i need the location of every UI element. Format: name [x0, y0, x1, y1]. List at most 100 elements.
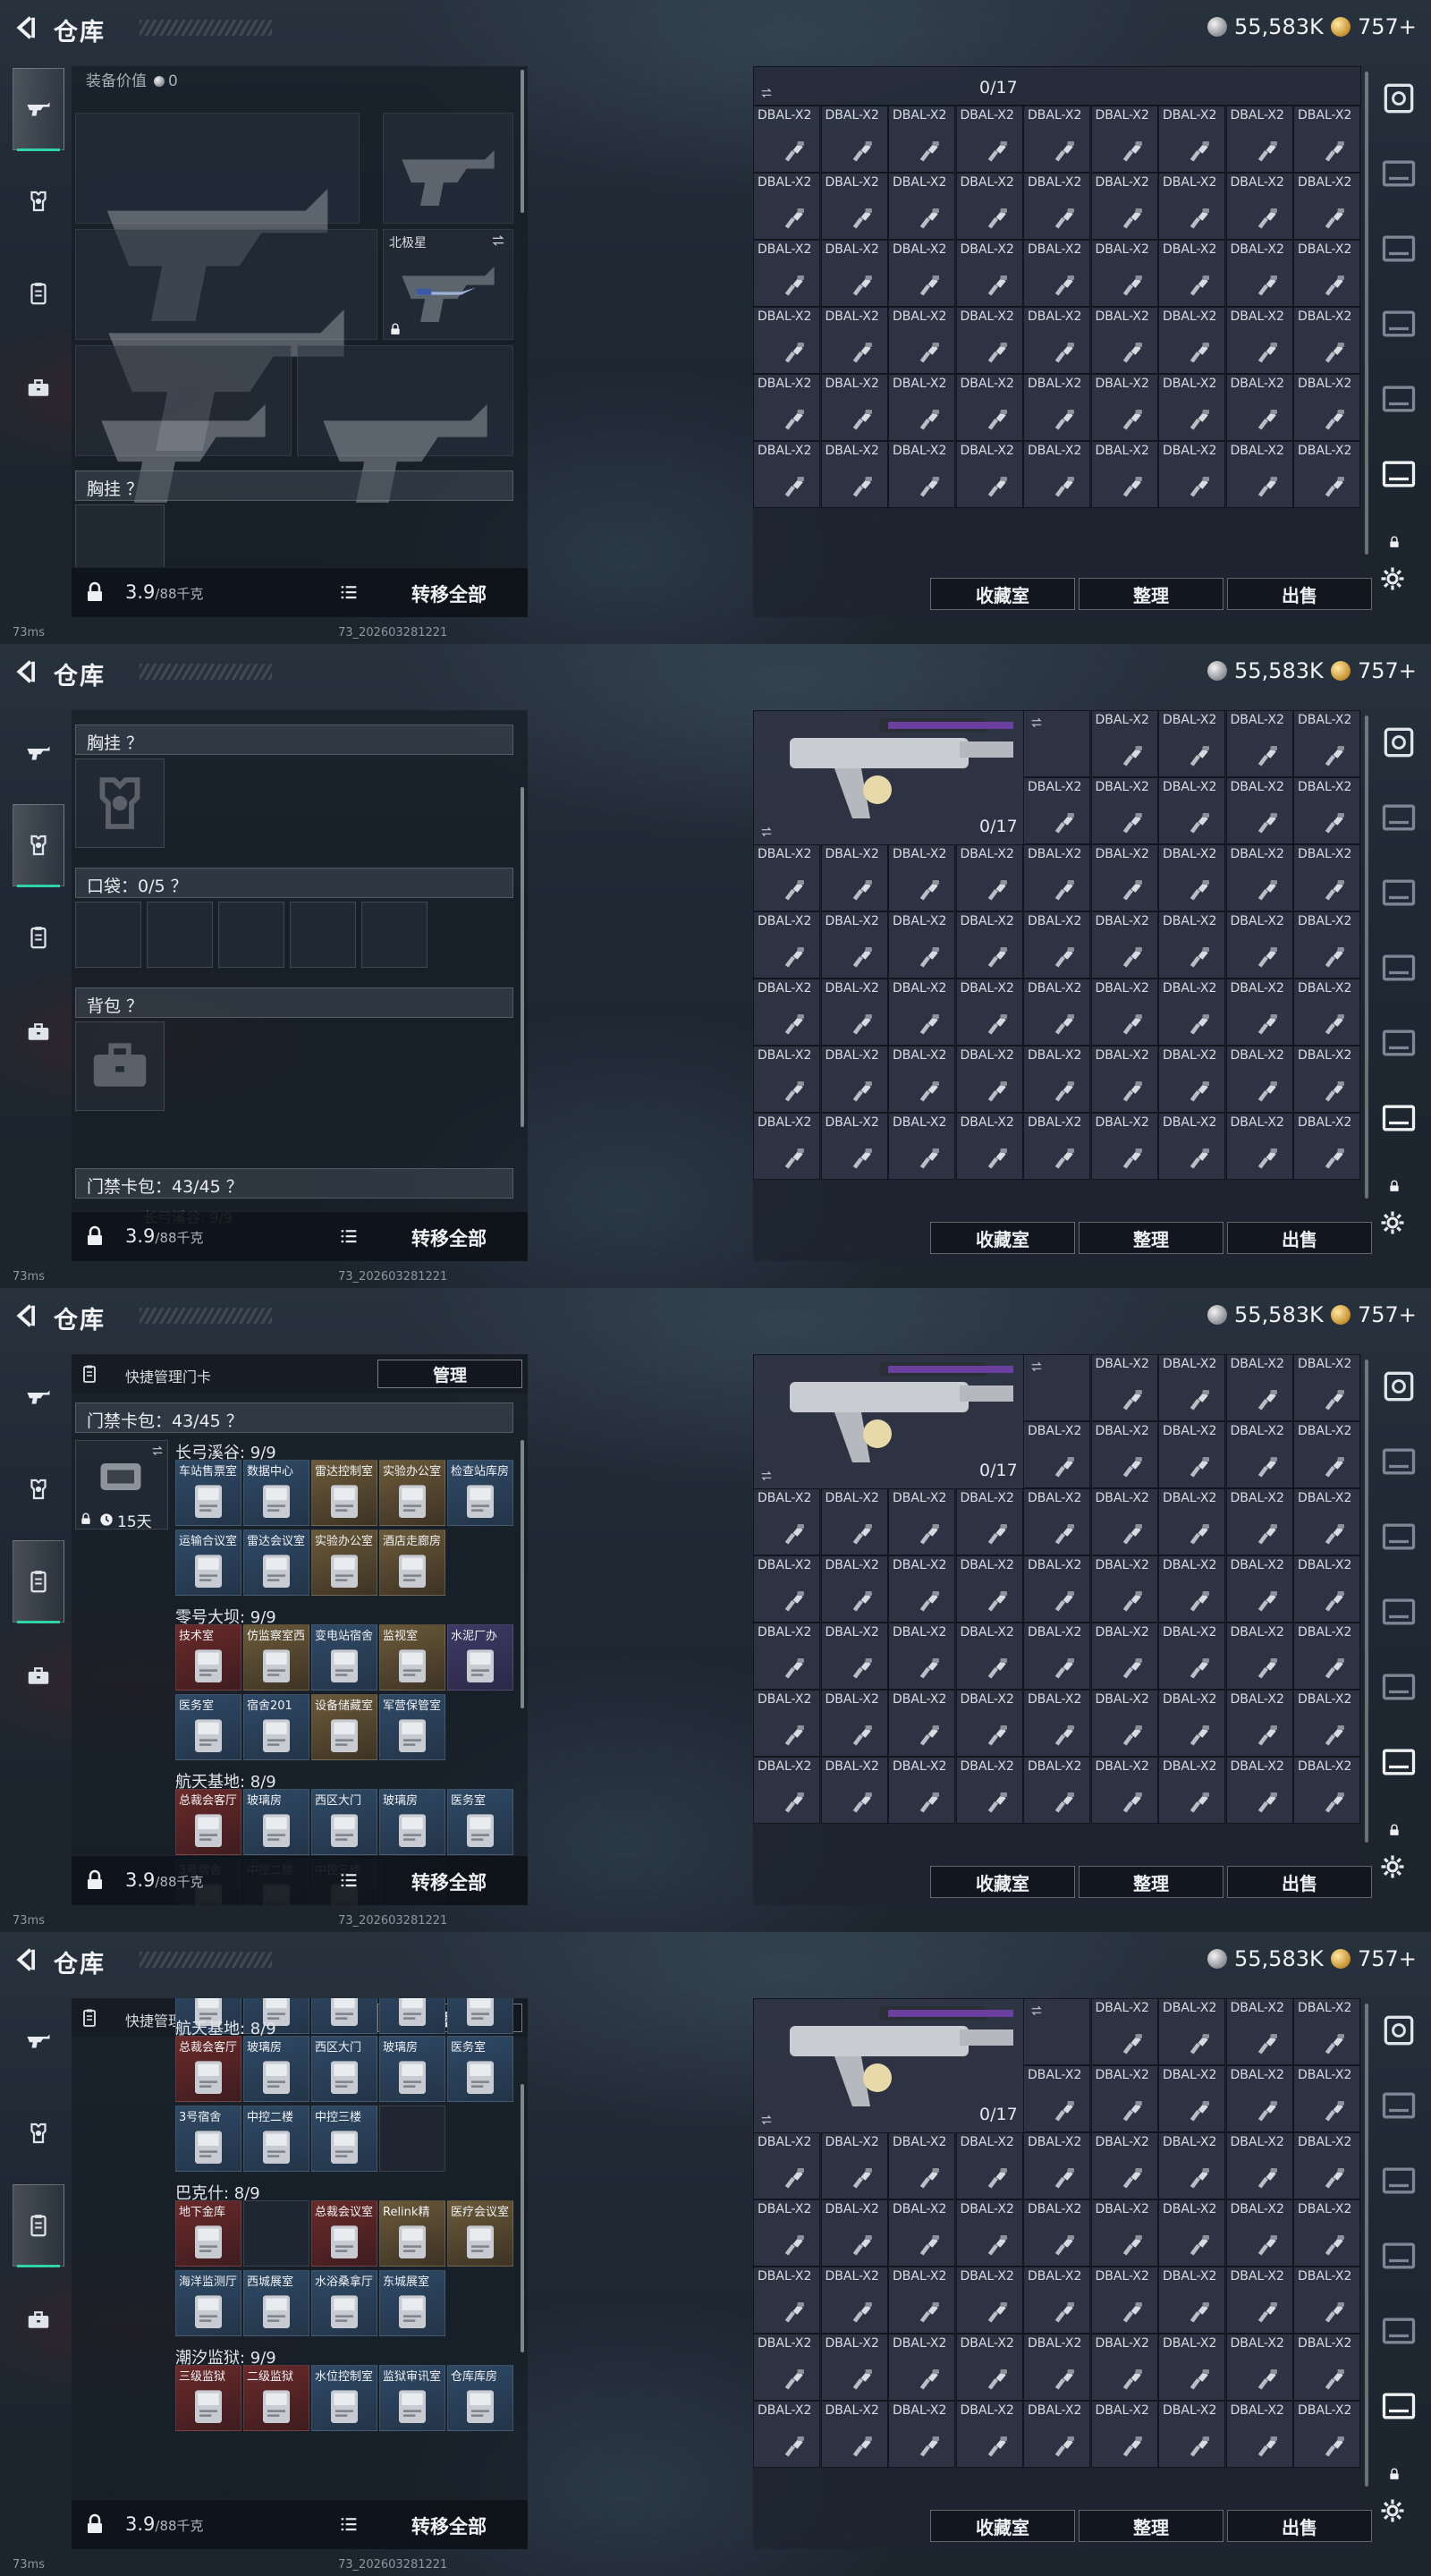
stash-item[interactable]: DBAL-X2: [888, 240, 955, 307]
stash-item[interactable]: DBAL-X2: [1023, 1421, 1090, 1488]
stash-item[interactable]: DBAL-X2: [1158, 1488, 1225, 1555]
stash-item[interactable]: DBAL-X2: [1023, 1488, 1090, 1555]
secondary-weapon-slot[interactable]: [75, 229, 377, 451]
stash-item[interactable]: DBAL-X2: [1293, 240, 1360, 307]
stash-item[interactable]: DBAL-X2: [753, 240, 820, 307]
stash-item[interactable]: DBAL-X2: [1158, 2132, 1225, 2199]
stash-page-5[interactable]: [1379, 379, 1418, 419]
keycard[interactable]: 中控三楼: [311, 2106, 377, 2172]
stash-item[interactable]: DBAL-X2: [955, 2199, 1023, 2267]
stash-item[interactable]: DBAL-X2: [1090, 2065, 1158, 2132]
list-icon[interactable]: [338, 584, 360, 602]
stash-item[interactable]: DBAL-X2: [1158, 777, 1225, 844]
keycard[interactable]: 玻璃房: [243, 1789, 309, 1855]
stash-item[interactable]: DBAL-X2: [955, 844, 1023, 911]
left-scrollbar[interactable]: [521, 787, 524, 1127]
stash-item[interactable]: DBAL-X2: [1225, 1555, 1293, 1623]
stash-page-2[interactable]: [1379, 154, 1418, 193]
stash-page-2[interactable]: [1379, 1442, 1418, 1481]
keycard[interactable]: 医务室: [447, 1789, 513, 1855]
stash-item[interactable]: DBAL-X2: [753, 2199, 820, 2267]
stash-item[interactable]: DBAL-X2: [888, 1488, 955, 1555]
keycard[interactable]: 宿舍201: [243, 1694, 309, 1760]
stash-item[interactable]: DBAL-X2: [753, 307, 820, 374]
stash-item[interactable]: DBAL-X2: [1293, 2401, 1360, 2468]
stash-item[interactable]: DBAL-X2: [888, 2267, 955, 2334]
stash-item[interactable]: DBAL-X2: [955, 1488, 1023, 1555]
stash-item[interactable]: DBAL-X2: [1158, 911, 1225, 979]
keycard[interactable]: [447, 1998, 513, 2034]
backpack-slot[interactable]: [75, 1021, 165, 1111]
keycard[interactable]: 玻璃房: [379, 2036, 445, 2102]
stash-action-2[interactable]: 整理: [1079, 1222, 1224, 1254]
stash-item[interactable]: DBAL-X2: [1293, 1690, 1360, 1757]
stash-item[interactable]: DBAL-X2: [1023, 240, 1090, 307]
keycard[interactable]: 总裁会客厅: [175, 2036, 241, 2102]
stash-item[interactable]: DBAL-X2: [753, 1555, 820, 1623]
stash-item[interactable]: DBAL-X2: [1090, 1555, 1158, 1623]
stash-item[interactable]: DBAL-X2: [1225, 777, 1293, 844]
swap-icon[interactable]: [489, 233, 507, 248]
keycard[interactable]: 车站售票室: [175, 1460, 241, 1526]
stash-item[interactable]: DBAL-X2: [1090, 777, 1158, 844]
keycard[interactable]: 医疗会议室: [447, 2200, 513, 2267]
stash-item[interactable]: DBAL-X2: [820, 979, 888, 1046]
stash-item[interactable]: DBAL-X2: [1225, 979, 1293, 1046]
stash-page-6[interactable]: [1379, 454, 1418, 494]
stash-item[interactable]: DBAL-X2: [820, 1690, 888, 1757]
stash-item[interactable]: DBAL-X2: [1023, 441, 1090, 508]
stash-item[interactable]: DBAL-X2: [753, 911, 820, 979]
stash-page-1[interactable]: [1379, 79, 1418, 118]
melee-slot[interactable]: 北极星: [383, 229, 513, 340]
stash-page-1[interactable]: [1379, 723, 1418, 762]
stash-item[interactable]: DBAL-X2: [1293, 1421, 1360, 1488]
stash-item[interactable]: DBAL-X2: [955, 2401, 1023, 2468]
stash-item[interactable]: DBAL-X2: [1293, 1757, 1360, 1824]
back-arrow-icon[interactable]: [13, 658, 39, 685]
settings-gear-icon[interactable]: [1379, 565, 1406, 592]
stash-item[interactable]: DBAL-X2: [1225, 2401, 1293, 2468]
stash-item[interactable]: DBAL-X2: [820, 374, 888, 441]
stash-item[interactable]: [1023, 1354, 1090, 1421]
stash-item[interactable]: DBAL-X2: [1090, 844, 1158, 911]
keycard[interactable]: 水位控制室: [311, 2365, 377, 2431]
stash-item[interactable]: DBAL-X2: [1090, 1488, 1158, 1555]
stash-item[interactable]: DBAL-X2: [820, 106, 888, 173]
stash-item[interactable]: DBAL-X2: [1023, 1690, 1090, 1757]
stash-page-3[interactable]: [1379, 2161, 1418, 2200]
stash-item[interactable]: DBAL-X2: [1023, 106, 1090, 173]
rail-tab-2[interactable]: [13, 804, 64, 888]
stash-item[interactable]: DBAL-X2: [753, 2267, 820, 2334]
stash-item[interactable]: DBAL-X2: [753, 1623, 820, 1690]
stash-item[interactable]: DBAL-X2: [1158, 374, 1225, 441]
stash-item[interactable]: DBAL-X2: [1090, 2334, 1158, 2401]
settings-gear-icon[interactable]: [1379, 2497, 1406, 2524]
keycard[interactable]: 中控二楼: [243, 2106, 309, 2172]
rail-tab-3[interactable]: [13, 1540, 64, 1624]
stash-item[interactable]: DBAL-X2: [1158, 2334, 1225, 2401]
stash-action-2[interactable]: 整理: [1079, 1866, 1224, 1898]
stash-item[interactable]: DBAL-X2: [955, 2132, 1023, 2199]
stash-item[interactable]: DBAL-X2: [1090, 710, 1158, 777]
stash-item[interactable]: DBAL-X2: [820, 307, 888, 374]
stash-page-6[interactable]: [1379, 1098, 1418, 1138]
stash-item[interactable]: DBAL-X2: [1023, 1623, 1090, 1690]
stash-page-4[interactable]: [1379, 1592, 1418, 1631]
stash-item[interactable]: DBAL-X2: [1293, 2267, 1360, 2334]
keycard[interactable]: 监狱审讯室: [379, 2365, 445, 2431]
stash-item[interactable]: DBAL-X2: [888, 1555, 955, 1623]
stash-page-4[interactable]: [1379, 2236, 1418, 2275]
stash-page-6[interactable]: [1379, 1742, 1418, 1782]
stash-item[interactable]: DBAL-X2: [955, 2267, 1023, 2334]
stash-item[interactable]: DBAL-X2: [1225, 173, 1293, 240]
stash-action-3[interactable]: 出售: [1227, 2510, 1372, 2542]
stash-page-2[interactable]: [1379, 798, 1418, 837]
keycard[interactable]: 地下金库: [175, 2200, 241, 2267]
primary-weapon-slot[interactable]: [75, 113, 360, 321]
keycard-case-slot[interactable]: 15天: [75, 1440, 168, 1531]
stash-item[interactable]: DBAL-X2: [1225, 1354, 1293, 1421]
stash-page-5[interactable]: [1379, 1667, 1418, 1707]
manage-button[interactable]: 管理: [377, 1360, 522, 1388]
keycard[interactable]: 水浴桑拿厅: [311, 2270, 377, 2336]
keycard[interactable]: 仓库库房: [447, 2365, 513, 2431]
